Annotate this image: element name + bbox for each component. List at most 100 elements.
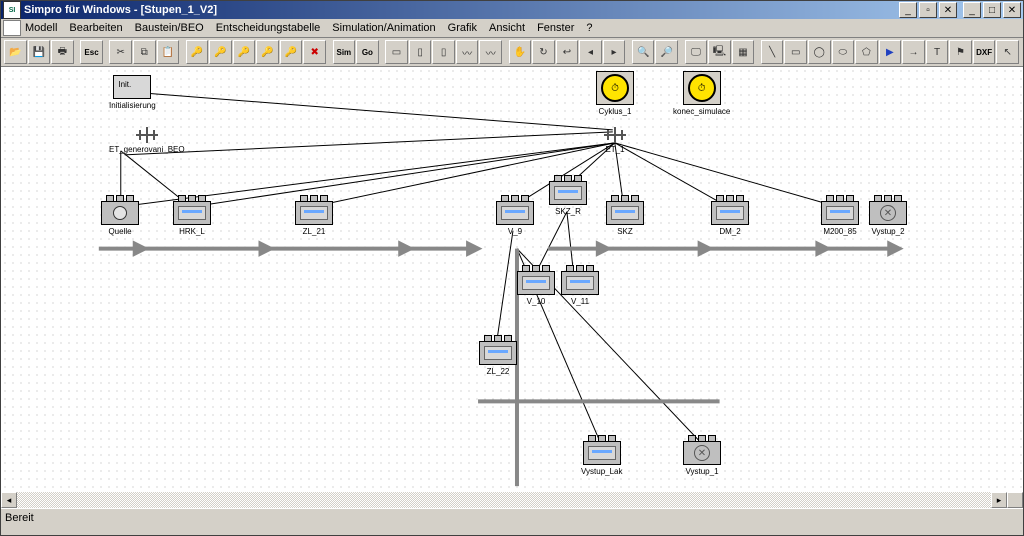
toolbar-hand-icon[interactable]: ✋ [509,40,532,64]
toolbar-arrow-icon[interactable]: → [902,40,925,64]
scroll-right-button[interactable]: ▸ [991,492,1007,508]
toolbar-go-icon[interactable]: Go [356,40,379,64]
node-v9[interactable]: V_9 [496,195,534,236]
node-hrk-label: HRK_L [179,227,205,236]
toolbar-esc-icon[interactable]: Esc [80,40,103,64]
toolbar-del-icon[interactable]: ✖ [303,40,326,64]
node-et1[interactable]: ET_1 [604,127,626,154]
toolbar-print-icon[interactable]: 🖶 [51,40,74,64]
doc-close-button[interactable]: ✕ [939,2,957,18]
toolbar-step4-icon[interactable]: 〰 [456,40,479,64]
scroll-left-button[interactable]: ◂ [1,492,17,508]
node-etgen[interactable]: ET_generovani_BEO [109,127,185,154]
minimize-button[interactable]: _ [963,2,981,18]
menu-ansicht[interactable]: Ansicht [489,22,525,34]
toolbar-key5-icon[interactable]: 🔑 [280,40,303,64]
close-button[interactable]: ✕ [1003,2,1021,18]
node-cyklus[interactable]: ⏱ Cyklus_1 [596,71,634,116]
toolbar-monitor-icon[interactable]: 🖵 [685,40,708,64]
node-et1-label: ET_1 [605,145,624,154]
scroll-corner [1007,492,1023,508]
node-v10-label: V_10 [527,297,546,306]
toolbar-line-icon[interactable]: ╲ [761,40,784,64]
toolbar-dxf-icon[interactable]: DXF [973,40,996,64]
node-m200-label: M200_85 [823,227,856,236]
toolbar-find-icon[interactable]: 🔍 [632,40,655,64]
doc-icon[interactable] [3,20,21,36]
toolbar-back-icon[interactable]: ◂ [579,40,602,64]
toolbar-sim-icon[interactable]: Sim [333,40,356,64]
node-skz[interactable]: SKZ [606,195,644,236]
status-text: Bereit [5,512,34,524]
menu-entscheidungstabelle[interactable]: Entscheidungstabelle [216,22,321,34]
toolbar-step5-icon[interactable]: 〰 [479,40,502,64]
doc-min-button[interactable]: _ [899,2,917,18]
toolbar-paste-icon[interactable]: 📋 [157,40,180,64]
toolbar-step2-icon[interactable]: ▯ [409,40,432,64]
node-etgen-label: ET_generovani_BEO [109,145,185,154]
toolbar-tri-fill-icon[interactable]: ▶ [879,40,902,64]
node-hrk[interactable]: HRK_L [173,195,211,236]
toolbar-rect-icon[interactable]: ▭ [784,40,807,64]
menu-help[interactable]: ? [586,22,592,34]
toolbar-rrect-icon[interactable]: ⬭ [832,40,855,64]
toolbar-text-icon[interactable]: T [926,40,949,64]
window: SI Simpro für Windows - [Stupen_1_V2] _ … [0,0,1024,536]
node-konec[interactable]: ⏱ konec_simulace [673,71,730,116]
node-vystup1-label: Vystup_1 [685,467,718,476]
toolbar-poly-icon[interactable]: ⬠ [855,40,878,64]
scroll-track[interactable] [17,492,991,508]
node-v11[interactable]: V_11 [561,265,599,306]
node-m200[interactable]: M200_85 [821,195,859,236]
toolbar-find-next-icon[interactable]: 🔎 [655,40,678,64]
node-dm2-label: DM_2 [719,227,740,236]
clock-icon: ⏱ [601,74,629,102]
node-init[interactable]: Init. Initialisierung [109,75,156,110]
node-vystup1[interactable]: ✕ Vystup_1 [683,435,721,476]
toolbar-step1-icon[interactable]: ▭ [385,40,408,64]
maximize-button[interactable]: □ [983,2,1001,18]
node-vlak[interactable]: Vystup_Lak [581,435,623,476]
toolbar-pc-icon[interactable]: 🖳 [708,40,731,64]
toolbar-rot-icon[interactable]: ↻ [532,40,555,64]
toolbar-circ-icon[interactable]: ◯ [808,40,831,64]
toolbar-key3-icon[interactable]: 🔑 [233,40,256,64]
toolbar-step3-icon[interactable]: ▯ [432,40,455,64]
menu-fenster[interactable]: Fenster [537,22,574,34]
node-quelle[interactable]: Quelle [101,195,139,236]
status-bar: Bereit [1,508,1023,535]
toolbar-key4-icon[interactable]: 🔑 [256,40,279,64]
doc-max-button[interactable]: ▫ [919,2,937,18]
toolbar-copy-icon[interactable]: ⧉ [133,40,156,64]
menu-baustein[interactable]: Baustein/BEO [135,22,204,34]
menu-simulation[interactable]: Simulation/Animation [332,22,435,34]
menubar: Modell Bearbeiten Baustein/BEO Entscheid… [1,19,1023,38]
clock-icon: ⏱ [688,74,716,102]
toolbar-fwd-icon[interactable]: ▸ [603,40,626,64]
node-skzr[interactable]: SKZ_R [549,175,587,216]
toolbar-key2-icon[interactable]: 🔑 [209,40,232,64]
menu-grafik[interactable]: Grafik [448,22,477,34]
toolbar-cursor-icon[interactable]: ↖ [996,40,1019,64]
node-vystup2-label: Vystup_2 [871,227,904,236]
toolbar-chip-icon[interactable]: ▦ [732,40,755,64]
node-skz-label: SKZ [617,227,633,236]
toolbar-open-icon[interactable]: 📂 [4,40,27,64]
node-dm2[interactable]: DM_2 [711,195,749,236]
menu-bearbeiten[interactable]: Bearbeiten [69,22,122,34]
toolbar-flag-icon[interactable]: ⚑ [949,40,972,64]
workspace-canvas[interactable]: Init. Initialisierung ET_generovani_BEO … [1,67,1023,491]
node-zl22-label: ZL_22 [487,367,510,376]
node-vystup2[interactable]: ✕ Vystup_2 [869,195,907,236]
node-zl21[interactable]: ZL_21 [295,195,333,236]
node-zl22[interactable]: ZL_22 [479,335,517,376]
toolbar-save-icon[interactable]: 💾 [28,40,51,64]
window-title: Simpro für Windows - [Stupen_1_V2] [24,4,217,16]
toolbar-cut-icon[interactable]: ✂ [109,40,132,64]
menu-modell[interactable]: Modell [25,22,57,34]
node-v10[interactable]: V_10 [517,265,555,306]
toolbar-key1-icon[interactable]: 🔑 [186,40,209,64]
toolbar-rev-icon[interactable]: ↩ [556,40,579,64]
node-v11-label: V_11 [571,297,589,306]
horizontal-scrollbar[interactable]: ◂ ▸ [1,491,1023,508]
